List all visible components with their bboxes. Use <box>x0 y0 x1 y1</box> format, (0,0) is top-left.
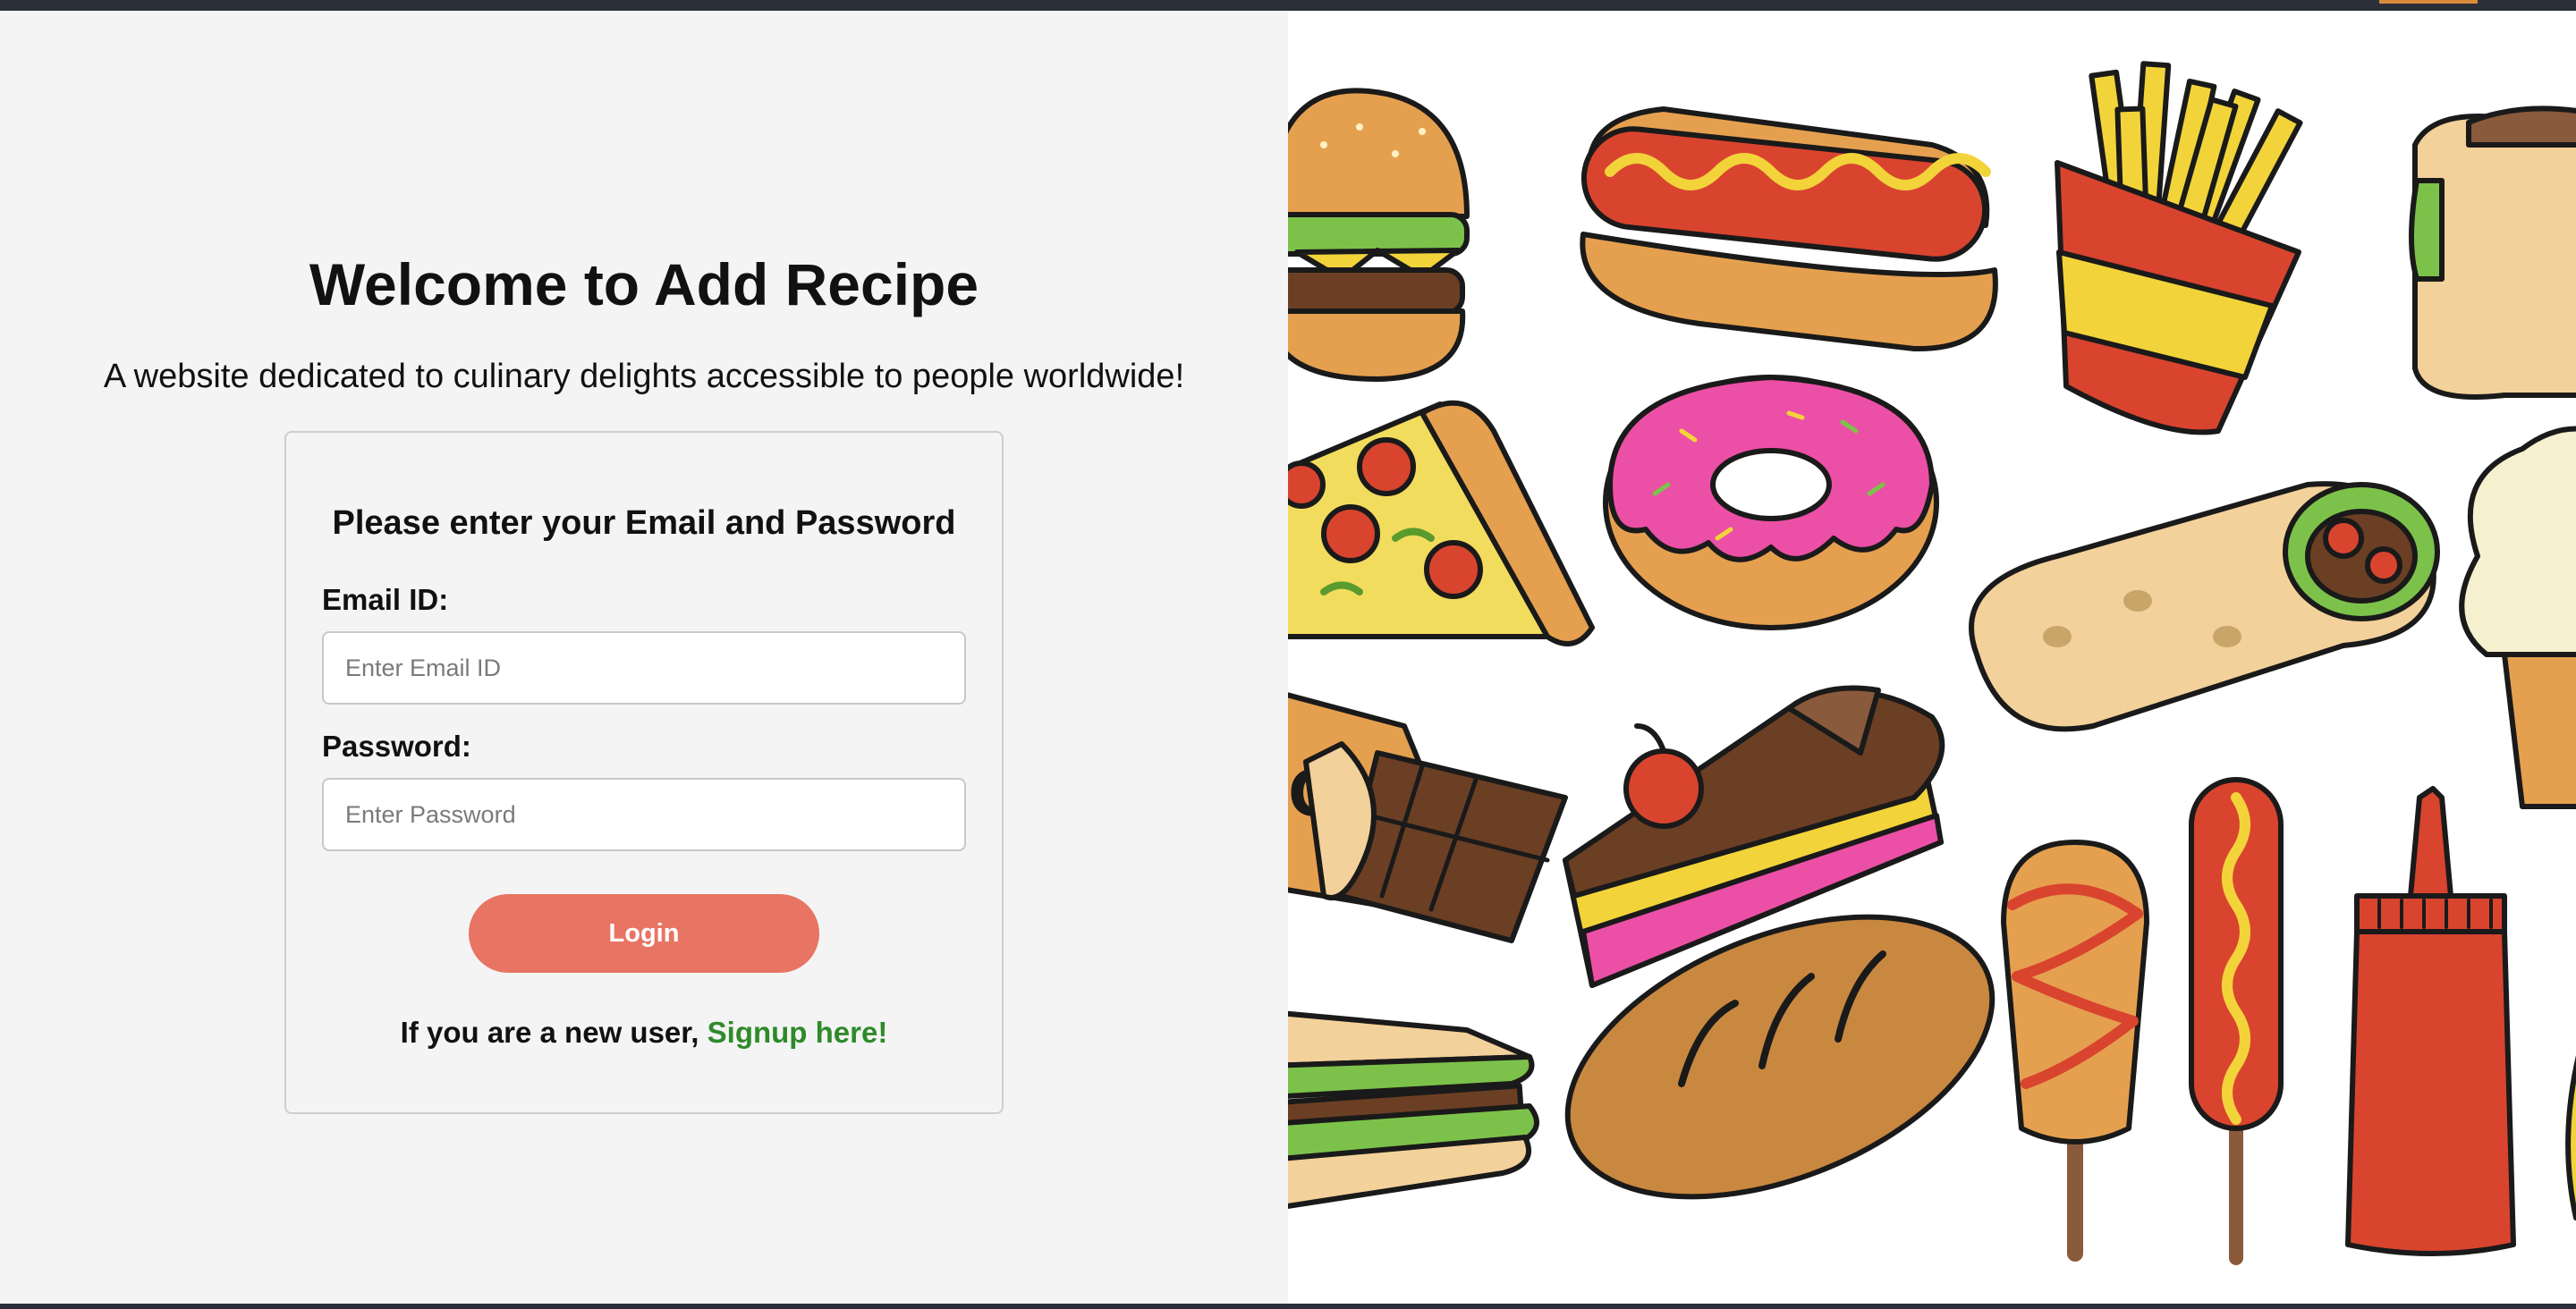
sausage-stick-icon <box>2189 777 2284 1265</box>
login-button[interactable]: Login <box>469 894 819 973</box>
signup-link[interactable]: Signup here! <box>708 1016 888 1049</box>
signup-prompt-text: If you are a new user, <box>400 1016 699 1049</box>
chocolate-bar-icon: O <box>1288 692 1568 943</box>
hot-dog-icon <box>1580 106 1998 352</box>
bottom-edge <box>0 1304 2576 1309</box>
password-field[interactable] <box>322 778 966 851</box>
corn-dog-icon <box>2001 840 2149 1262</box>
email-field[interactable] <box>322 631 966 705</box>
burger-icon <box>1288 88 1470 382</box>
password-label: Password: <box>322 730 471 763</box>
top-bar-accent <box>2379 0 2478 4</box>
wrap-icon <box>2409 106 2576 400</box>
ice-cream-icon <box>2459 426 2576 809</box>
login-card: Please enter your Email and Password Ema… <box>284 431 1004 1114</box>
burrito-icon <box>1969 481 2440 732</box>
signup-prompt: If you are a new user, Signup here! <box>286 1016 1002 1050</box>
ketchup-bottle-icon <box>2345 786 2516 1256</box>
login-card-heading: Please enter your Email and Password <box>332 504 956 542</box>
food-illustration-panel: O <box>1288 11 2576 1309</box>
sandwich-icon <box>1288 1010 1539 1209</box>
banana-icon <box>2565 1055 2576 1220</box>
email-label: Email ID: <box>322 583 449 616</box>
browser-top-bar <box>0 0 2576 11</box>
pizza-slice-icon <box>1288 400 1595 646</box>
page-subtitle: A website dedicated to culinary delights… <box>103 358 1185 395</box>
login-panel: Welcome to Add Recipe A website dedicate… <box>0 11 1288 1309</box>
page-title: Welcome to Add Recipe <box>309 251 979 317</box>
fries-icon <box>2055 61 2303 435</box>
donut-icon <box>1603 375 1939 630</box>
